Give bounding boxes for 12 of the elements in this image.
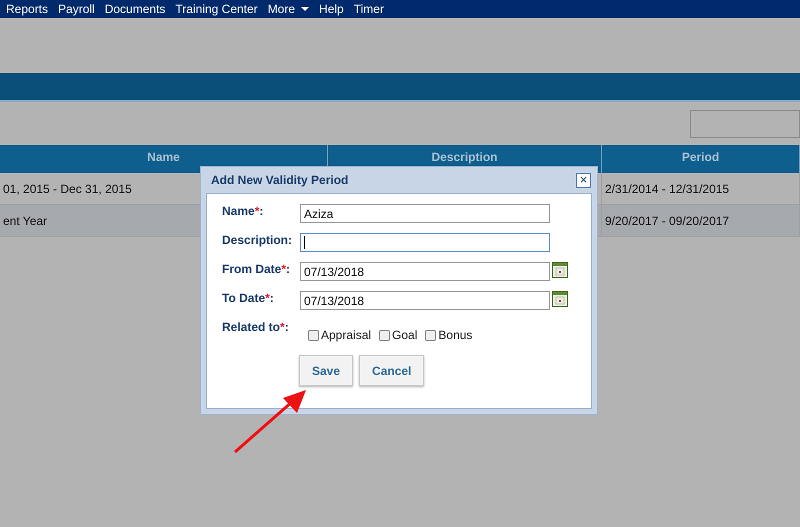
- checkbox-label: Appraisal: [321, 327, 372, 344]
- field-label: Related to*:: [222, 320, 290, 335]
- table-cell-text: ent Year: [3, 212, 48, 230]
- checkbox-label: Goal: [392, 327, 418, 344]
- table-cell-text: 9/20/2017 - 09/20/2017: [605, 212, 730, 230]
- field-label: Name*:: [222, 204, 264, 219]
- table-cell-text: 2/31/2014 - 12/31/2015: [605, 180, 730, 198]
- checkbox-label: Bonus: [438, 327, 472, 344]
- field-label: To Date*:: [222, 291, 275, 306]
- field-label: From Date*:: [222, 262, 292, 277]
- table-cell-text: 01, 2015 - Dec 31, 2015: [3, 180, 132, 198]
- dialog-title: Add New Validity Period: [211, 172, 348, 189]
